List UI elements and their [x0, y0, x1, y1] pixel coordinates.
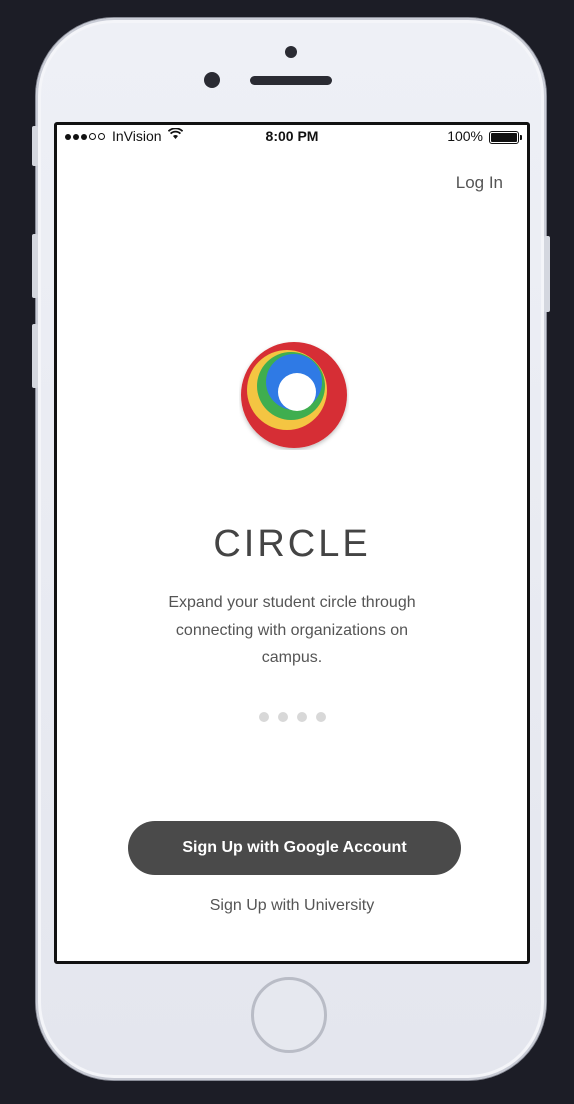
university-signup-link[interactable]: Sign Up with University [57, 897, 527, 915]
page-dot[interactable] [277, 712, 288, 722]
home-button[interactable] [251, 977, 327, 1053]
app-title: CIRCLE [213, 523, 371, 565]
silent-switch [32, 126, 38, 166]
power-button [544, 236, 550, 312]
page-dot[interactable] [296, 712, 307, 722]
status-bar: InVision 8:00 PM 100% [57, 125, 527, 149]
volume-up-button [32, 234, 38, 298]
page-dot[interactable] [258, 712, 269, 722]
front-camera [204, 72, 220, 88]
screen: InVision 8:00 PM 100% Log In CIRCLE Expa… [54, 122, 530, 964]
earpiece-speaker [250, 76, 332, 85]
login-link[interactable]: Log In [456, 173, 503, 193]
tagline: Expand your student circle through conne… [168, 594, 416, 666]
volume-down-button [32, 324, 38, 388]
phone-frame: InVision 8:00 PM 100% Log In CIRCLE Expa… [32, 18, 550, 1080]
circle-logo-icon [239, 340, 349, 450]
battery-percent: 100% [447, 128, 483, 144]
battery-icon [489, 131, 522, 144]
google-signup-button[interactable]: Sign Up with Google Account [128, 821, 461, 875]
page-dot[interactable] [315, 712, 326, 722]
proximity-sensor [285, 46, 297, 58]
page-indicator [57, 712, 527, 722]
google-signup-label: Sign Up with Google Account [182, 839, 407, 856]
